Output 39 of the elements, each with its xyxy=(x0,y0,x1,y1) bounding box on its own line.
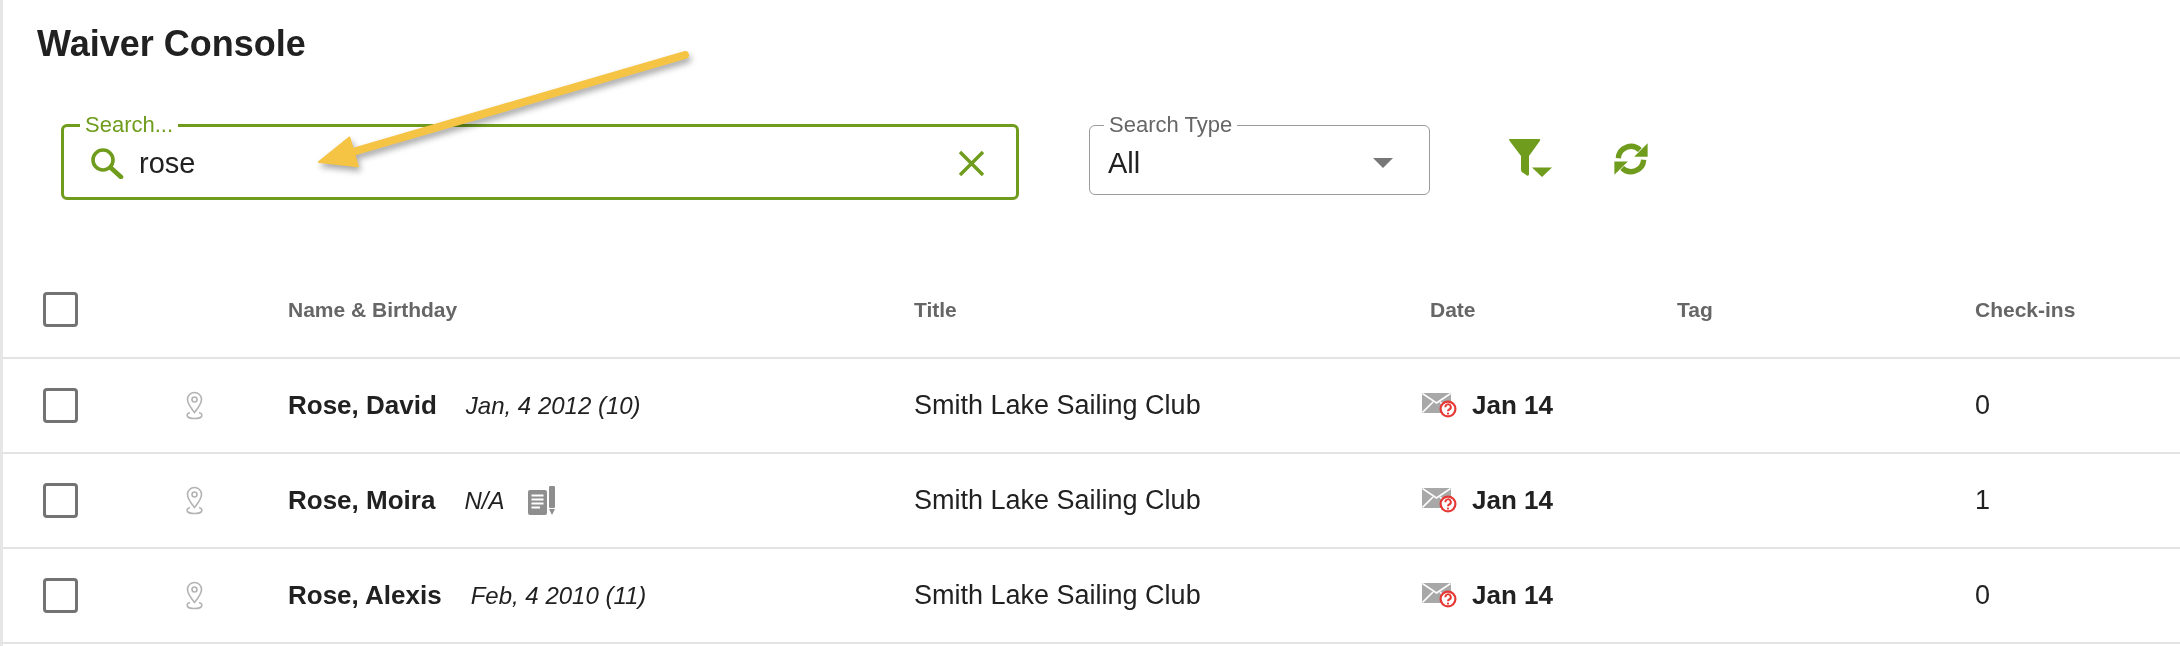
column-heading: Title xyxy=(914,297,957,322)
column-heading: Name & Birthday xyxy=(288,297,458,322)
search-field[interactable]: Search... rose xyxy=(61,115,1019,200)
envelope-question-icon xyxy=(1422,393,1457,418)
birthday: Jan, 4 2012 (10) xyxy=(465,391,641,420)
column-heading: Tag xyxy=(1677,297,1713,322)
column-heading: Check-ins xyxy=(1975,297,2076,322)
waiver-date: Jan 14 xyxy=(1472,390,1553,421)
check-in-count: 1 xyxy=(1975,485,1991,516)
waiver-title: Smith Lake Sailing Club xyxy=(914,485,1201,516)
envelope-question-icon xyxy=(1422,488,1457,513)
search-input[interactable]: rose xyxy=(139,146,958,180)
waiver-title: Smith Lake Sailing Club xyxy=(914,580,1201,611)
search-type-select[interactable]: Search Type All xyxy=(1089,115,1430,195)
birthday: N/A xyxy=(464,486,505,515)
search-icon xyxy=(90,147,124,179)
refresh-icon[interactable] xyxy=(1612,140,1650,178)
person-name: Rose, Alexis xyxy=(288,580,442,611)
row-checkbox[interactable] xyxy=(43,483,78,518)
check-in-count: 0 xyxy=(1975,390,1991,421)
waiver-date: Jan 14 xyxy=(1472,580,1553,611)
select-all-checkbox[interactable] xyxy=(43,292,78,327)
page-title: Waiver Console xyxy=(37,22,306,66)
close-icon[interactable] xyxy=(958,149,985,177)
person-name: Rose, David xyxy=(288,390,437,421)
check-in-count: 0 xyxy=(1975,580,1991,611)
row-checkbox[interactable] xyxy=(43,578,78,613)
location-pin-icon xyxy=(184,581,205,610)
birthday: Feb, 4 2010 (11) xyxy=(470,581,647,610)
row-checkbox[interactable] xyxy=(43,388,78,423)
column-heading: Date xyxy=(1430,297,1476,322)
envelope-question-icon xyxy=(1422,583,1457,608)
person-name: Rose, Moira xyxy=(288,485,436,516)
caret-icon xyxy=(1373,158,1393,168)
waiver-date: Jan 14 xyxy=(1472,485,1553,516)
location-pin-icon xyxy=(184,391,205,420)
location-pin-icon xyxy=(184,486,205,515)
waiver-title: Smith Lake Sailing Club xyxy=(914,390,1201,421)
filter-icon[interactable] xyxy=(1508,139,1552,177)
